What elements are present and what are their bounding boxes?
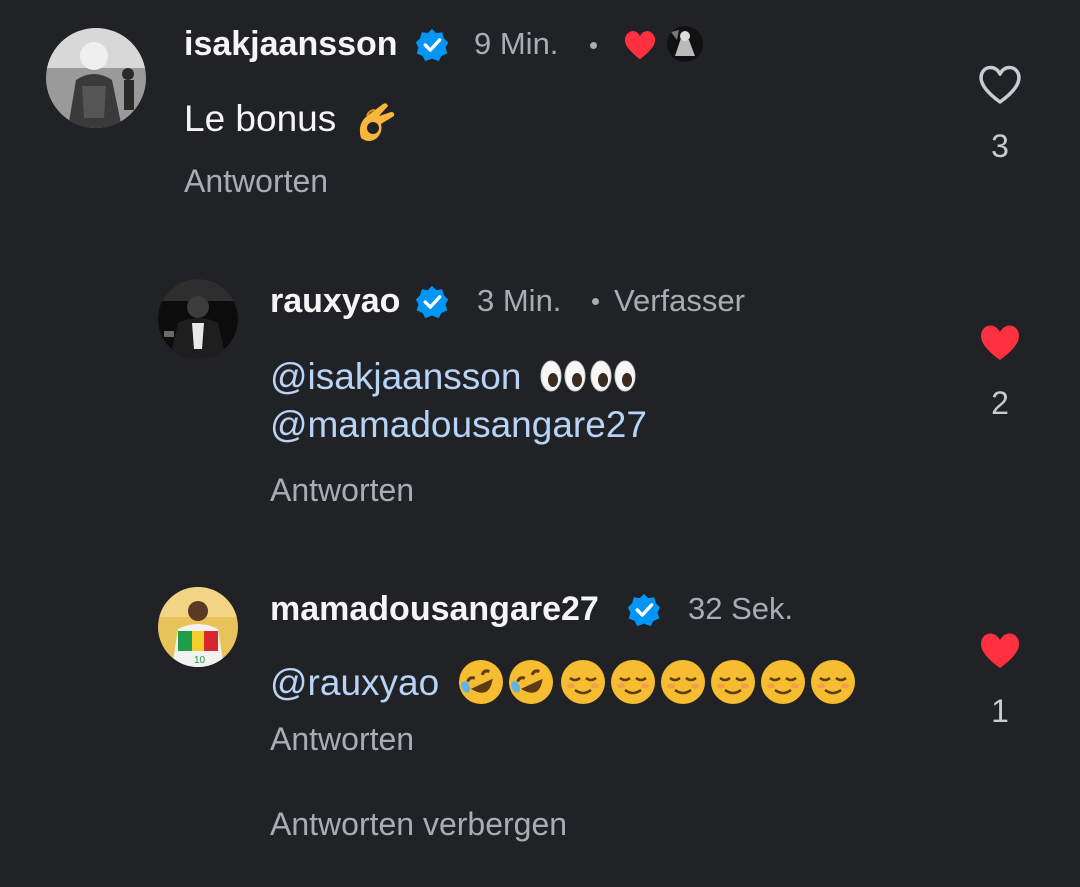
verified-badge-icon — [415, 285, 449, 319]
relieved-emoji — [711, 660, 756, 704]
reply-button[interactable]: Antworten — [184, 165, 328, 197]
ok-hand-emoji — [359, 103, 394, 141]
like-count: 3 — [991, 128, 1009, 164]
comment-timestamp: 9 Min. — [474, 26, 559, 61]
relieved-emoji — [811, 660, 856, 704]
relieved-emoji — [761, 660, 806, 704]
comment-text: Le bonus — [184, 97, 337, 139]
hide-replies-button[interactable]: Antworten verbergen — [270, 808, 567, 840]
creator-avatar — [667, 26, 703, 62]
mention-link[interactable]: @isakjaansson — [270, 356, 521, 397]
comment-username[interactable]: isakjaansson — [184, 27, 398, 61]
rofl-emoji — [509, 660, 554, 704]
eyes-emoji — [540, 356, 638, 402]
author-badge: Verfasser — [614, 283, 745, 318]
avatar-mamadousangare27[interactable]: 10 — [158, 587, 238, 667]
comment-timestamp: 3 Min. — [477, 283, 562, 318]
relieved-emoji — [561, 660, 606, 704]
mention-link[interactable]: @rauxyao — [270, 662, 439, 703]
emoji-sequence — [457, 658, 867, 712]
verified-badge-icon — [627, 593, 661, 627]
relieved-emoji — [661, 660, 706, 704]
heart-icon[interactable] — [976, 320, 1024, 364]
separator-dot — [590, 42, 597, 49]
relieved-emoji — [611, 660, 656, 704]
verified-badge-icon — [415, 28, 449, 62]
svg-text:10: 10 — [194, 655, 206, 666]
comment-timestamp: 32 Sek. — [688, 591, 794, 626]
avatar-rauxyao[interactable] — [158, 279, 238, 359]
separator-dot — [592, 298, 599, 305]
reply-button[interactable]: Antworten — [270, 723, 414, 755]
comment-body: @isakjaansson — [270, 356, 638, 402]
comment-username[interactable]: mamadousangare27 — [270, 592, 599, 626]
reply-button[interactable]: Antworten — [270, 474, 414, 506]
mention-link[interactable]: @mamadousangare27 — [270, 404, 647, 445]
comment-username[interactable]: rauxyao — [270, 284, 400, 318]
comment-body-line-2: @mamadousangare27 — [270, 406, 647, 443]
avatar-isakjaansson[interactable] — [46, 28, 146, 128]
comment-body: Le bonus — [184, 98, 399, 144]
rofl-emoji — [459, 660, 504, 704]
like-count: 1 — [991, 693, 1009, 729]
heart-icon[interactable] — [976, 628, 1024, 672]
like-count: 2 — [991, 385, 1009, 421]
heart-icon[interactable] — [976, 62, 1024, 106]
creator-liked-heart-icon — [624, 31, 656, 60]
comment-body: @rauxyao — [270, 658, 867, 712]
